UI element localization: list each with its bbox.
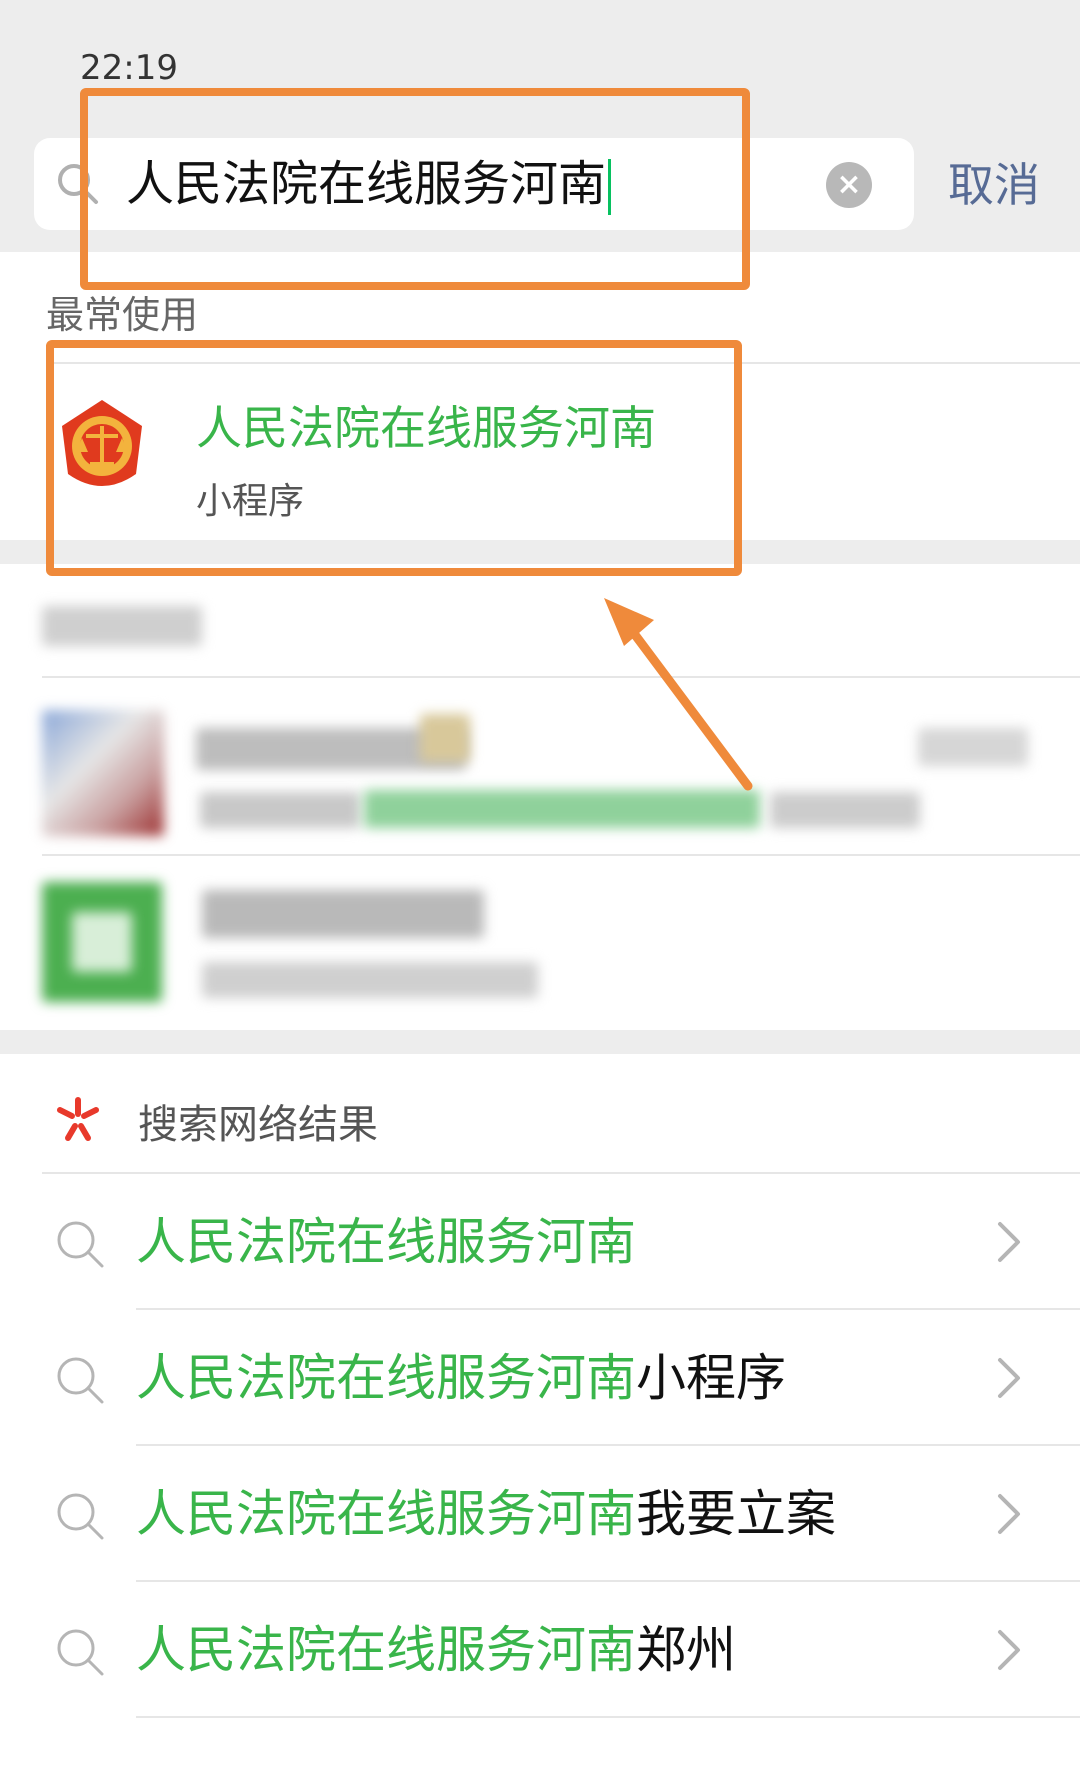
divider [42,676,1080,678]
status-time: 22:19 [80,48,178,88]
search-icon [54,1354,106,1406]
blurred-snippet [200,792,360,828]
search-suggestion[interactable]: 人民法院在线服务河南 [0,1174,1080,1310]
frequent-section-title: 最常使用 [46,293,199,337]
blurred-snippet [202,962,538,998]
chevron-right-icon [994,1626,1024,1674]
blurred-chat-result[interactable] [0,700,1080,860]
blurred-avatar-mark [72,912,132,972]
suggestion-text: 人民法院在线服务河南 [136,1174,636,1310]
blurred-name [202,890,484,938]
suggestion-suffix: 小程序 [636,1349,786,1407]
suggestion-highlight: 人民法院在线服务河南 [136,1485,636,1543]
web-results-header: 搜索网络结果 [0,1066,1080,1176]
blurred-emoji [420,714,470,762]
chevron-right-icon [994,1218,1024,1266]
divider [42,854,1080,856]
annotation-arrow-icon [604,598,753,791]
search-suggestion[interactable]: 人民法院在线服务河南郑州 [0,1582,1080,1718]
section-separator [0,1030,1080,1054]
chevron-right-icon [994,1354,1024,1402]
suggestion-text: 人民法院在线服务河南郑州 [136,1582,736,1718]
suggestion-suffix: 郑州 [636,1621,736,1679]
suggestion-highlight: 人民法院在线服务河南 [136,1213,636,1271]
blurred-avatar [42,710,164,836]
chevron-right-icon [994,1490,1024,1538]
blurred-chat-result[interactable] [0,872,1080,1032]
blurred-snippet [770,792,920,828]
suggestion-text: 人民法院在线服务河南小程序 [136,1310,786,1446]
cancel-button[interactable]: 取消 [948,150,1040,220]
search-suggestion[interactable]: 人民法院在线服务河南小程序 [0,1310,1080,1446]
search-web-icon [54,1096,102,1144]
blurred-section-title [42,606,202,646]
search-icon [54,1490,106,1542]
annotation-box-result [46,340,742,576]
web-results-title: 搜索网络结果 [138,1102,378,1148]
search-icon [54,1218,106,1270]
search-icon [54,1626,106,1678]
divider [136,1716,1080,1718]
suggestion-suffix: 我要立案 [636,1485,836,1543]
suggestion-highlight: 人民法院在线服务河南 [136,1349,636,1407]
clear-icon[interactable]: × [826,162,872,208]
blurred-time [918,728,1028,766]
annotation-box-search [80,88,750,290]
suggestion-highlight: 人民法院在线服务河南 [136,1621,636,1679]
search-suggestion[interactable]: 人民法院在线服务河南我要立案 [0,1446,1080,1582]
suggestion-text: 人民法院在线服务河南我要立案 [136,1446,836,1582]
